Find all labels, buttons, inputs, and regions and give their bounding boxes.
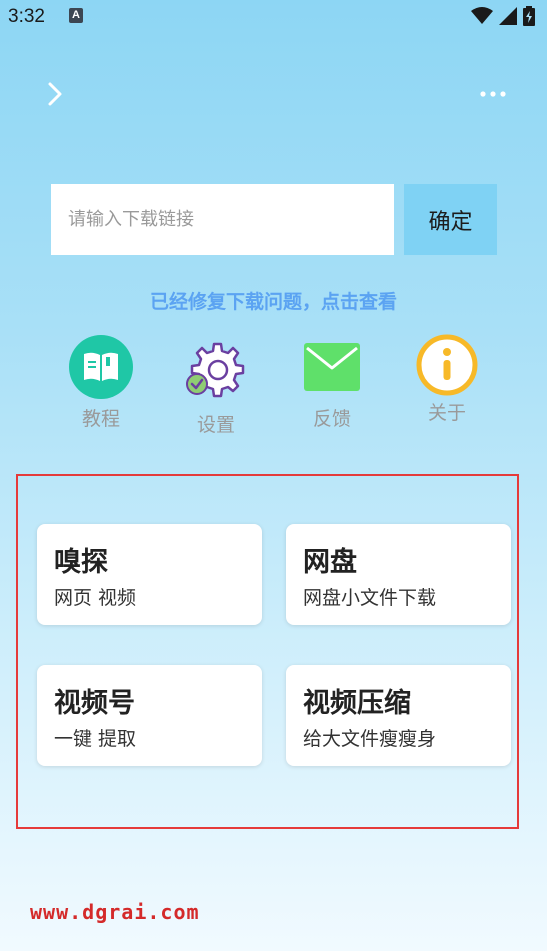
feature-card-compress[interactable]: 视频压缩 给大文件瘦瘦身 <box>286 665 511 766</box>
quick-action-settings[interactable]: 设置 <box>161 340 271 437</box>
status-icons <box>471 6 535 26</box>
more-options-button[interactable] <box>477 84 513 104</box>
feature-subtitle: 网页 视频 <box>54 587 137 609</box>
book-icon <box>69 335 133 399</box>
feature-card-netdisk[interactable]: 网盘 网盘小文件下载 <box>286 524 511 625</box>
quick-action-label: 反馈 <box>312 408 351 430</box>
download-link-input[interactable] <box>51 184 394 255</box>
info-icon <box>416 334 478 396</box>
quick-action-about[interactable]: 关于 <box>392 334 502 425</box>
feature-title: 网盘 <box>303 547 357 578</box>
quick-action-tutorial[interactable]: 教程 <box>46 334 156 431</box>
notice-link[interactable]: 已经修复下载问题，点击查看 <box>0 287 547 314</box>
feature-card-channels[interactable]: 视频号 一键 提取 <box>37 665 262 766</box>
feature-panel: 嗅探 网页 视频 网盘 网盘小文件下载 视频号 一键 提取 视频压缩 给大文件瘦… <box>16 474 519 829</box>
feature-title: 嗅探 <box>54 547 108 578</box>
quick-actions: 教程 设置 反馈 关于 <box>0 334 547 444</box>
confirm-button[interactable]: 确定 <box>404 184 497 255</box>
signal-icon <box>499 7 517 25</box>
quick-action-label: 设置 <box>196 414 235 436</box>
back-button[interactable] <box>38 76 74 112</box>
feature-subtitle: 网盘小文件下载 <box>303 587 437 609</box>
feature-subtitle: 给大文件瘦瘦身 <box>303 728 437 750</box>
watermark: www.dgrai.com <box>30 900 200 924</box>
more-icon <box>480 91 506 97</box>
feature-title: 视频压缩 <box>303 688 411 719</box>
battery-icon <box>523 6 535 26</box>
quick-action-feedback[interactable]: 反馈 <box>277 334 387 431</box>
feature-title: 视频号 <box>54 688 135 719</box>
status-bar: 3:32 A <box>0 0 547 36</box>
feature-card-sniff[interactable]: 嗅探 网页 视频 <box>37 524 262 625</box>
mail-icon <box>304 343 360 391</box>
gear-icon <box>186 342 245 398</box>
notification-icon: A <box>69 8 83 23</box>
chevron-right-icon <box>48 82 62 106</box>
quick-action-label: 关于 <box>427 402 466 424</box>
status-time: 3:32 <box>8 6 45 27</box>
quick-action-label: 教程 <box>81 408 120 430</box>
top-bar <box>0 70 547 120</box>
wifi-icon <box>471 7 493 24</box>
feature-subtitle: 一键 提取 <box>54 728 137 750</box>
